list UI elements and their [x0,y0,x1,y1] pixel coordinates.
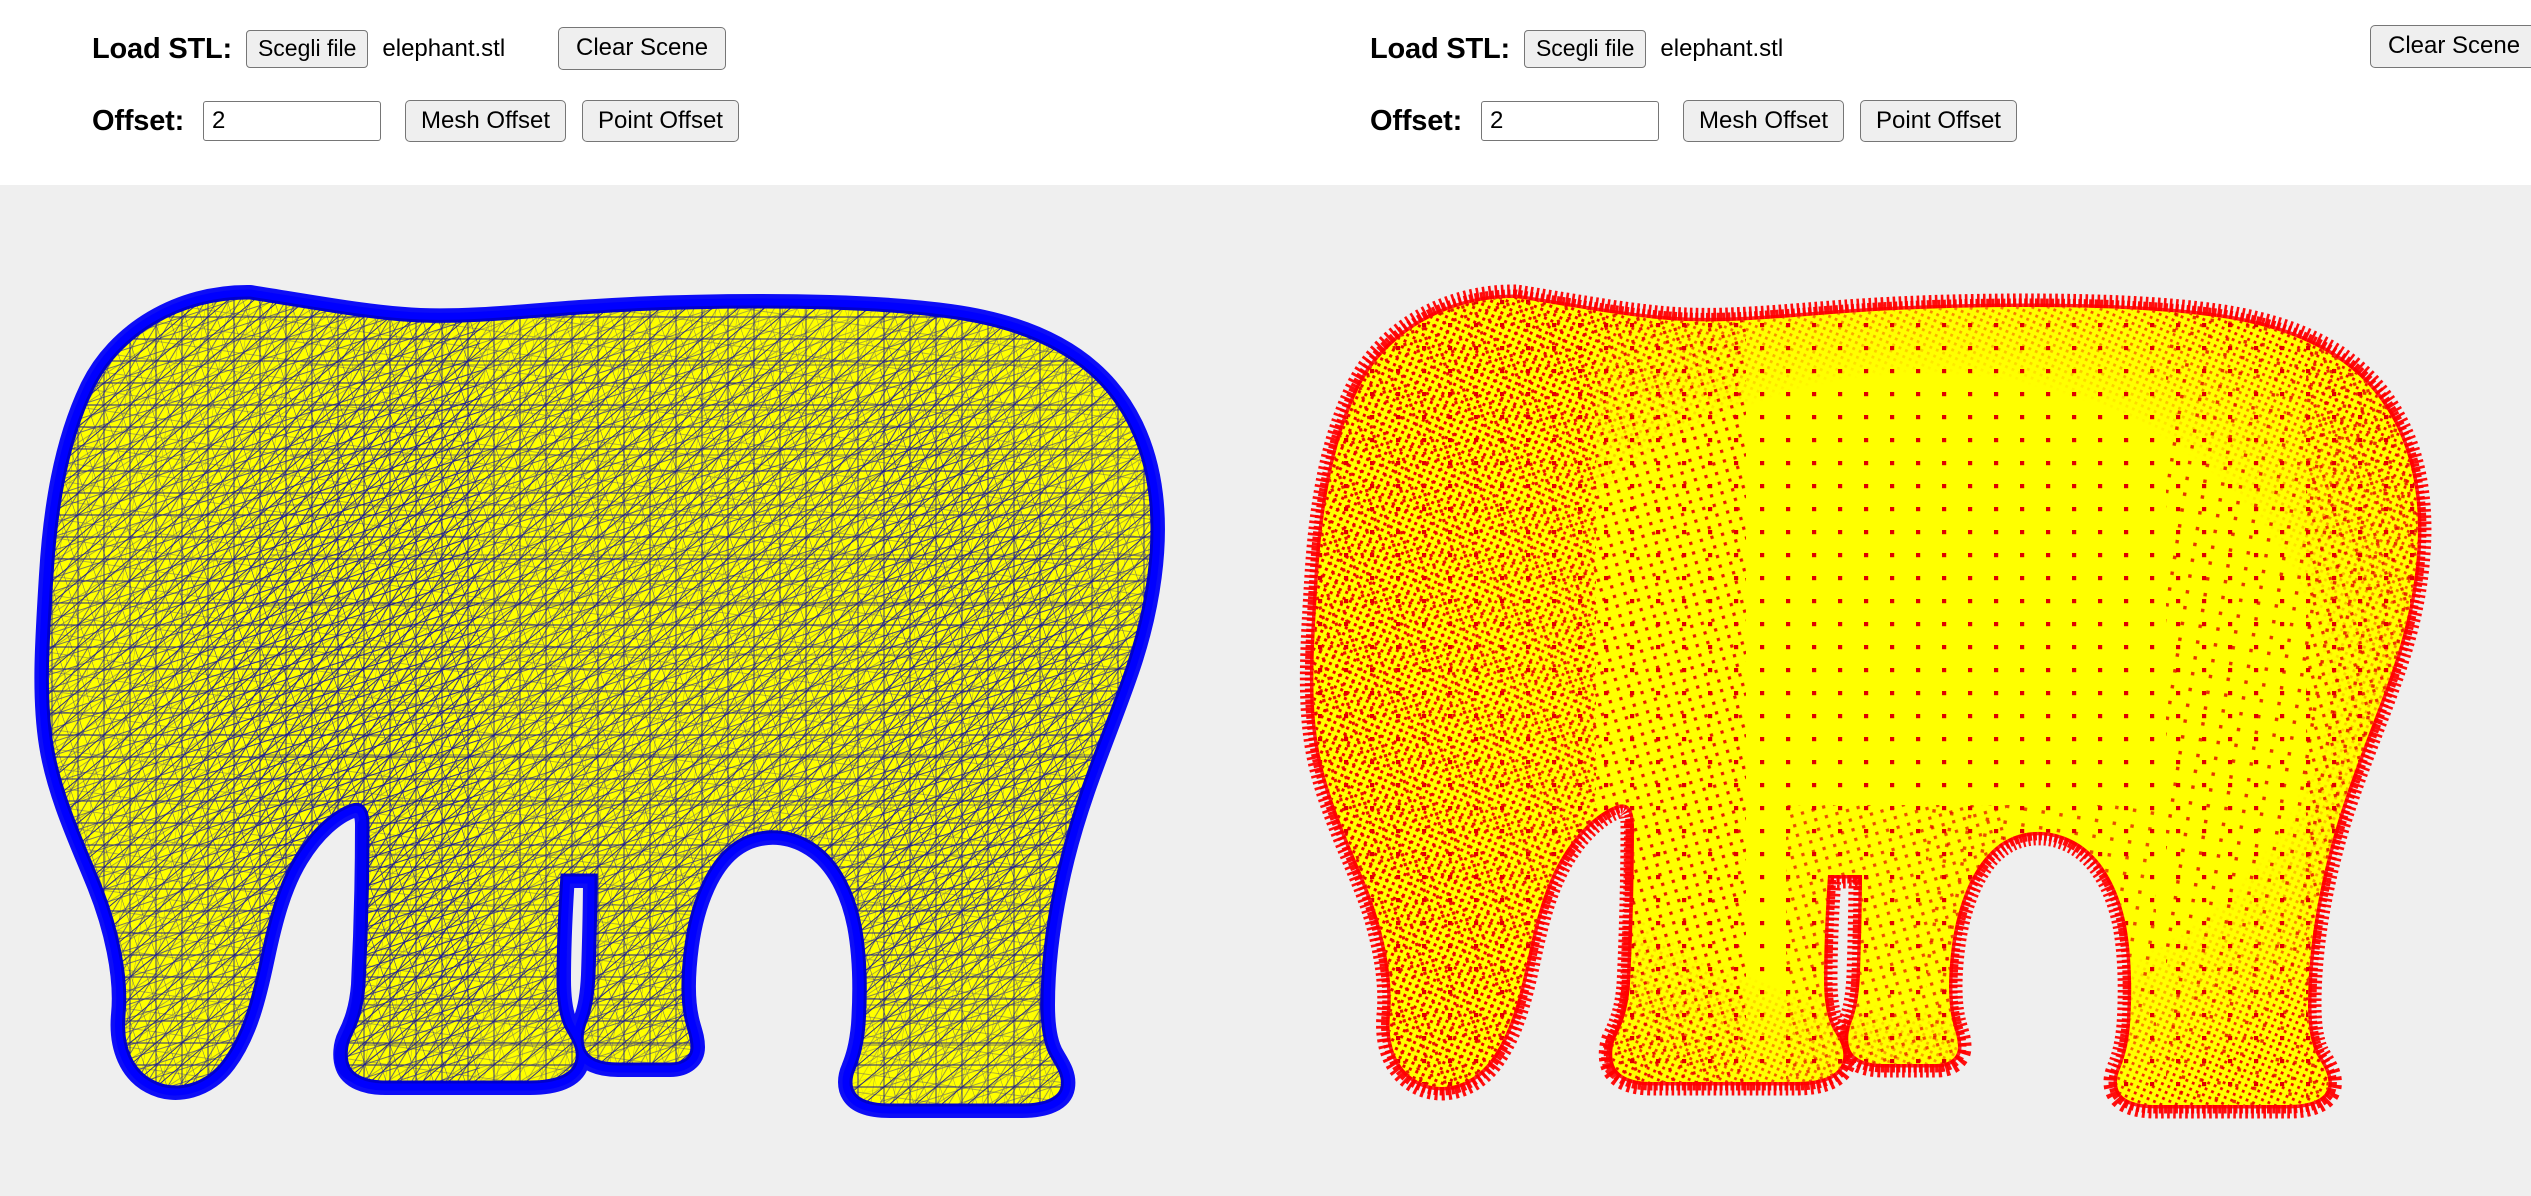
left-mesh-offset-button[interactable]: Mesh Offset [405,99,566,143]
controls-header: Load STL: Scegli file elephant.stl Clear… [0,0,2531,185]
right-elephant-pointcloud-render [1266,185,2531,1196]
left-choose-file-button[interactable]: Scegli file [245,29,369,69]
stl-offset-viewer-app: Load STL: Scegli file elephant.stl Clear… [0,0,2531,1196]
left-load-stl-label: Load STL: [92,32,232,65]
left-selected-file-name: elephant.stl [382,35,506,62]
right-panel-controls: Load STL: Scegli file elephant.stl Clear… [1370,0,2531,185]
right-selected-file-name: elephant.stl [1660,35,1784,62]
right-offset-label: Offset: [1370,104,1463,137]
left-file-input[interactable]: Scegli file elephant.stl [245,29,506,69]
left-elephant-wireframe-render [0,185,1265,1196]
viewer-area [0,185,2531,1196]
right-mesh-offset-button[interactable]: Mesh Offset [1683,99,1844,143]
left-offset-label: Offset: [92,104,185,137]
right-3d-viewport[interactable] [1266,185,2531,1196]
left-load-row: Load STL: Scegli file elephant.stl Clear… [92,26,1262,72]
right-point-offset-button[interactable]: Point Offset [1860,99,2017,143]
right-load-stl-label: Load STL: [1370,32,1510,65]
left-panel-controls: Load STL: Scegli file elephant.stl Clear… [92,0,1262,185]
left-point-offset-button[interactable]: Point Offset [582,99,739,143]
right-offset-input[interactable] [1481,101,1660,141]
left-offset-input[interactable] [203,101,382,141]
right-load-row: Load STL: Scegli file elephant.stl Clear… [1370,25,2531,72]
right-offset-row: Offset: Mesh Offset Point Offset [1370,98,2530,144]
left-clear-scene-button[interactable]: Clear Scene [558,27,727,70]
left-offset-row: Offset: Mesh Offset Point Offset [92,98,1262,144]
right-choose-file-button[interactable]: Scegli file [1523,29,1647,69]
left-3d-viewport[interactable] [0,185,1265,1196]
right-clear-scene-button[interactable]: Clear Scene [2370,25,2531,68]
right-file-input[interactable]: Scegli file elephant.stl [1523,29,1784,69]
